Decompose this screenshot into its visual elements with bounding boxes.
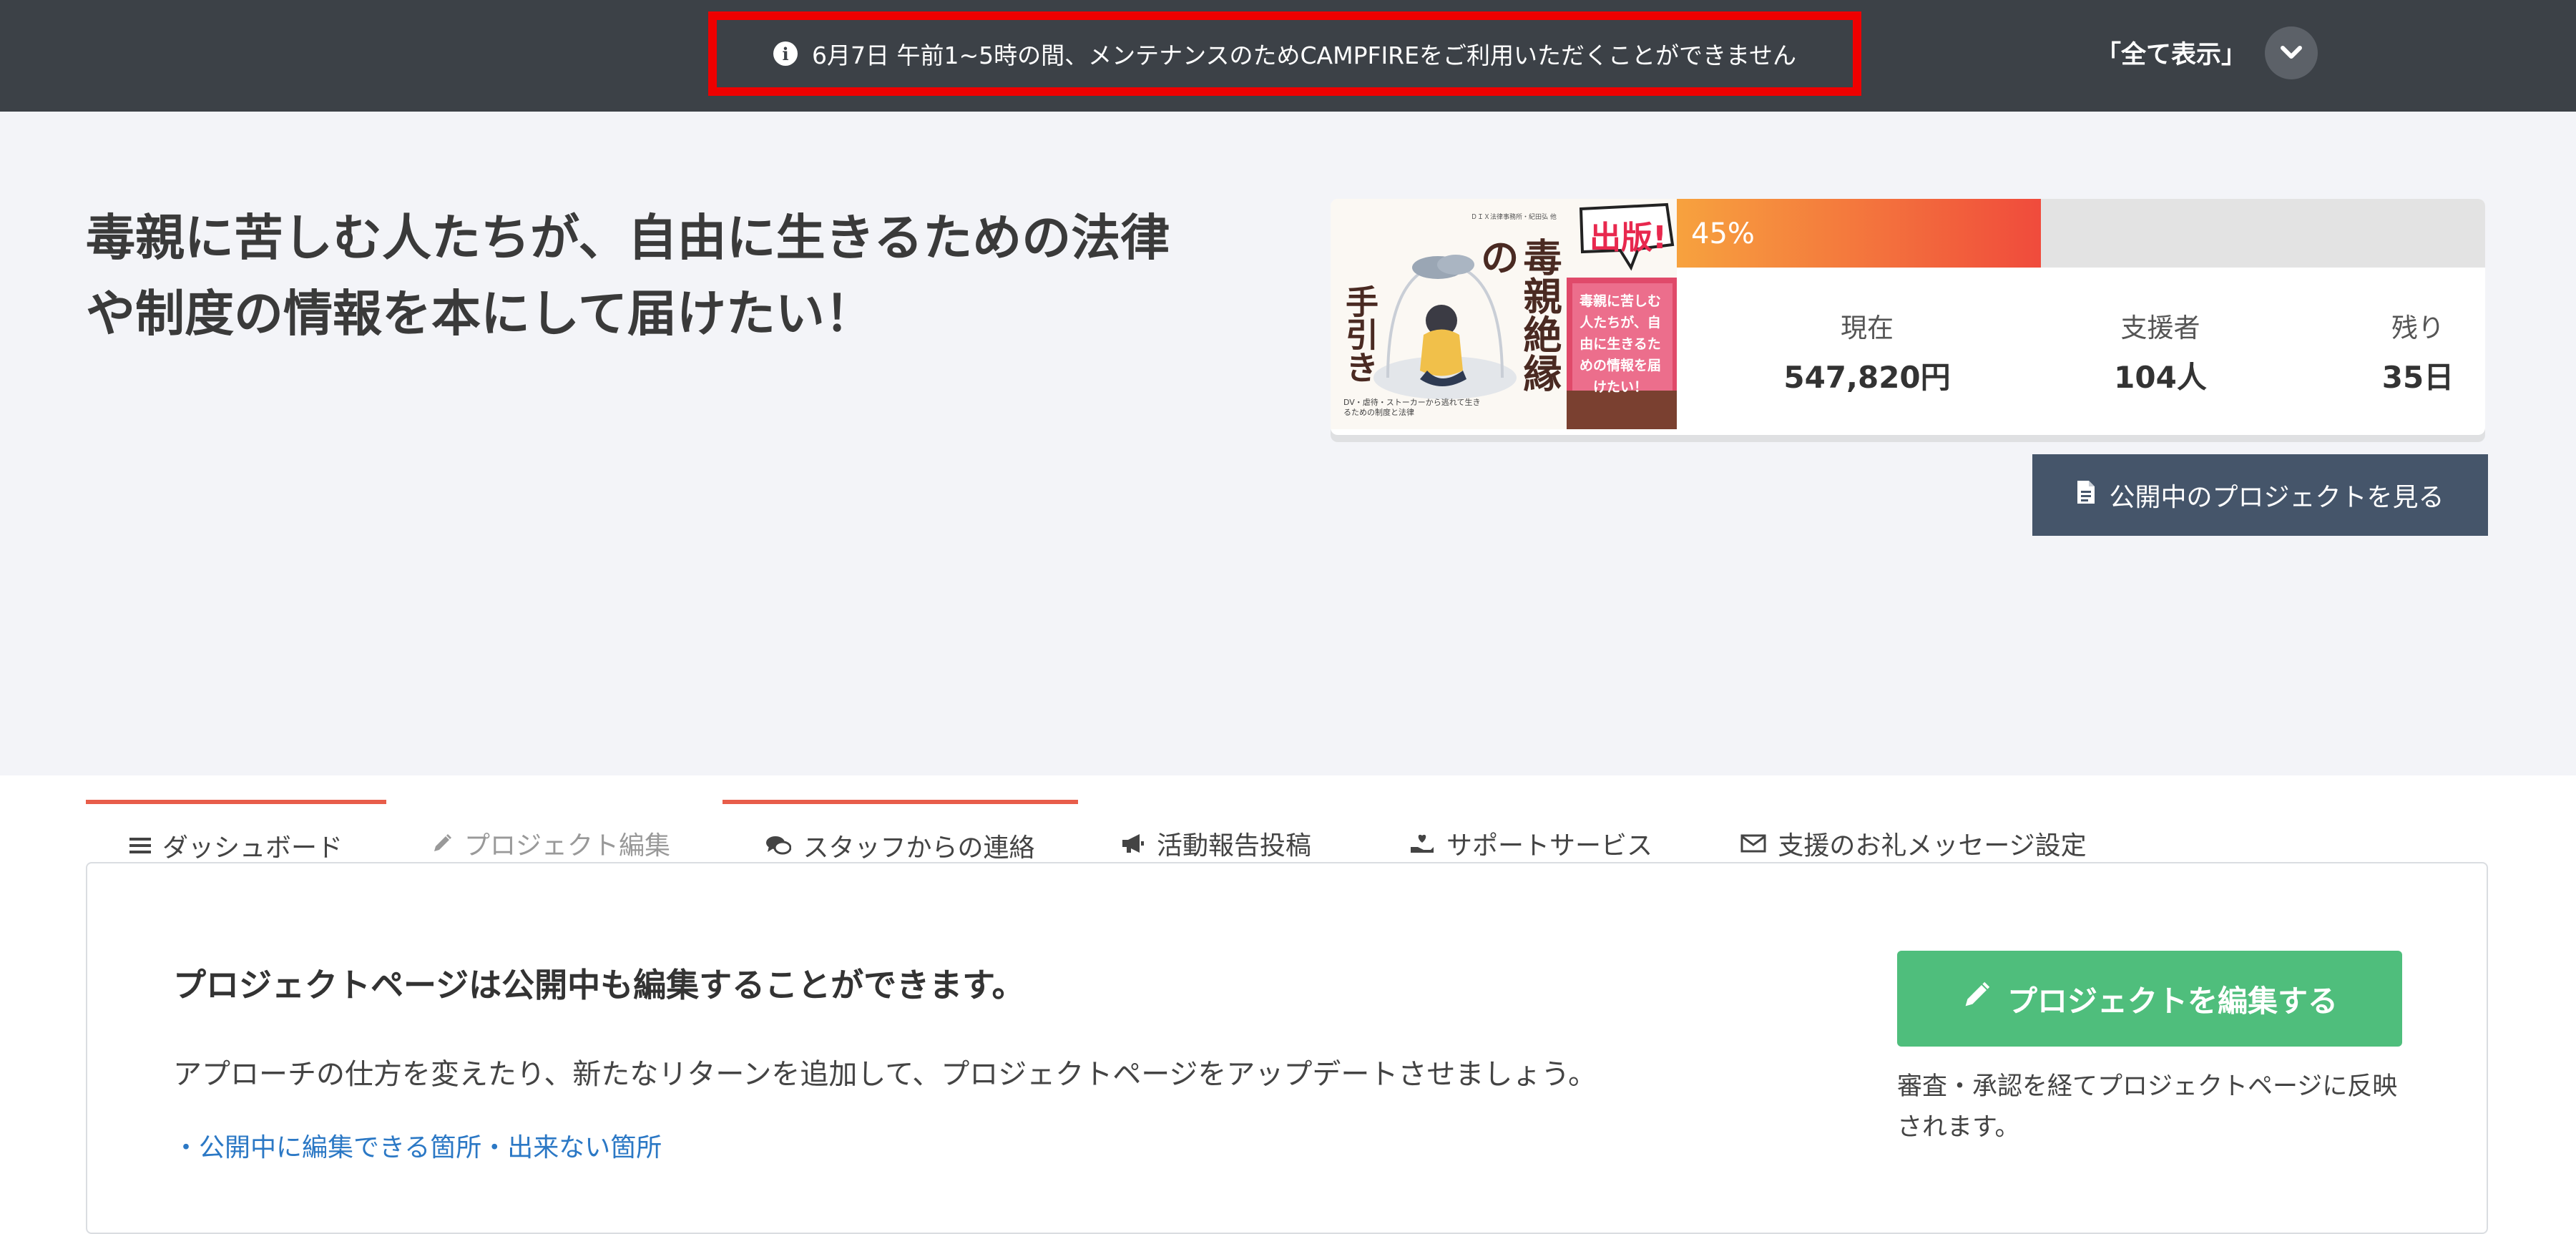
editable-sections-link[interactable]: ・公開中に編集できる箇所・出来ない箇所	[173, 1127, 662, 1164]
title-line-1: 毒親に苦しむ人たちが、自由に生きるための法律	[86, 210, 1170, 267]
cover-subhead: 手引き	[1341, 285, 1379, 383]
document-icon	[2076, 479, 2096, 511]
progress-percentage: 45%	[1691, 217, 1755, 250]
edit-info-description: アプローチの仕方を変えたり、新たなリターンを追加して、プロジェクトページをアップ…	[173, 1058, 1597, 1091]
tab-label: スタッフからの連絡	[803, 833, 1035, 863]
stat-current-label: 現在	[1841, 313, 1894, 343]
stat-remaining: 残り 35日	[2311, 306, 2485, 397]
project-cover-image[interactable]: 出版! ＤＩＸ法律事務所・紀田弘 他 毒親絶縁の 手引き 毒親に苦しむ人たちが、…	[1331, 199, 1677, 429]
tab-label: プロジェクト編集	[464, 831, 670, 861]
list-icon	[129, 836, 151, 855]
stat-remaining-value: 35日	[2381, 360, 2454, 395]
view-button-label: 公開中のプロジェクトを見る	[2109, 483, 2444, 512]
view-public-project-button[interactable]: 公開中のプロジェクトを見る	[2032, 454, 2488, 536]
stat-current-value: 547,820円	[1783, 360, 1951, 395]
pencil-icon	[431, 833, 453, 854]
tab-label: サポートサービス	[1446, 831, 1652, 861]
tab-label: 活動報告投稿	[1156, 831, 1311, 861]
cover-badge: 出版!	[1590, 220, 1667, 256]
stat-current-amount: 現在 547,820円	[1760, 306, 1974, 397]
edit-project-button[interactable]: プロジェクトを編集する	[1897, 951, 2402, 1047]
stat-backers-label: 支援者	[2120, 313, 2200, 343]
cover-authors: ＤＩＸ法律事務所・紀田弘 他	[1471, 214, 1557, 221]
tab-label: ダッシュボード	[162, 833, 343, 863]
cover-headline: 毒親絶縁の	[1474, 238, 1562, 392]
hand-heart-icon	[1409, 831, 1435, 856]
project-stats-card: 出版! ＤＩＸ法律事務所・紀田弘 他 毒親絶縁の 手引き 毒親に苦しむ人たちが、…	[1331, 199, 2485, 435]
info-icon: i	[773, 41, 798, 66]
megaphone-icon	[1121, 833, 1145, 854]
stat-remaining-label: 残り	[2391, 313, 2444, 343]
cover-band-text: 毒親に苦しむ人たちが、自由に生きるための情報を届けたい！	[1579, 293, 1661, 395]
project-header: 毒親に苦しむ人たちが、自由に生きるための法律 や制度の情報を本にして届けたい！ …	[0, 112, 2576, 887]
funding-progress-bar: 45%	[1677, 199, 2485, 268]
edit-review-note: 審査・承認を経てプロジェクトページに反映されます。	[1897, 1072, 2398, 1142]
chevron-down-icon[interactable]	[2265, 26, 2318, 79]
envelope-icon	[1740, 833, 1766, 853]
title-line-2: や制度の情報を本にして届けたい！	[86, 285, 874, 343]
maintenance-notice: i 6月7日 午前1~5時の間、メンテナンスのためCAMPFIREをご利用いただ…	[708, 11, 1861, 96]
progress-fill: 45%	[1677, 199, 2041, 268]
maintenance-bar: i 6月7日 午前1~5時の間、メンテナンスのためCAMPFIREをご利用いただ…	[0, 0, 2576, 112]
stat-backers-value: 104人	[2114, 360, 2207, 395]
cover-caption: DV・虐待・ストーカーから逃れて生きるための制度と法律	[1343, 398, 1481, 417]
edit-info-card: プロジェクトページは公開中も編集することができます。 アプローチの仕方を変えたり…	[86, 862, 2488, 1234]
notice-text: 6月7日 午前1~5時の間、メンテナンスのためCAMPFIREをご利用いただくこ…	[812, 41, 1796, 69]
show-all-link[interactable]: 「全て表示」	[2096, 33, 2246, 72]
edit-button-label: プロジェクトを編集する	[2007, 983, 2338, 1019]
pencil-icon	[1962, 980, 1992, 1017]
tab-label: 支援のお礼メッセージ設定	[1778, 831, 2087, 861]
edit-info-heading: プロジェクトページは公開中も編集することができます。	[173, 966, 1025, 1004]
stat-backers: 支援者 104人	[2053, 306, 2268, 397]
project-title: 毒親に苦しむ人たちが、自由に生きるための法律 や制度の情報を本にして届けたい！	[86, 200, 1245, 352]
comments-icon	[765, 835, 792, 856]
